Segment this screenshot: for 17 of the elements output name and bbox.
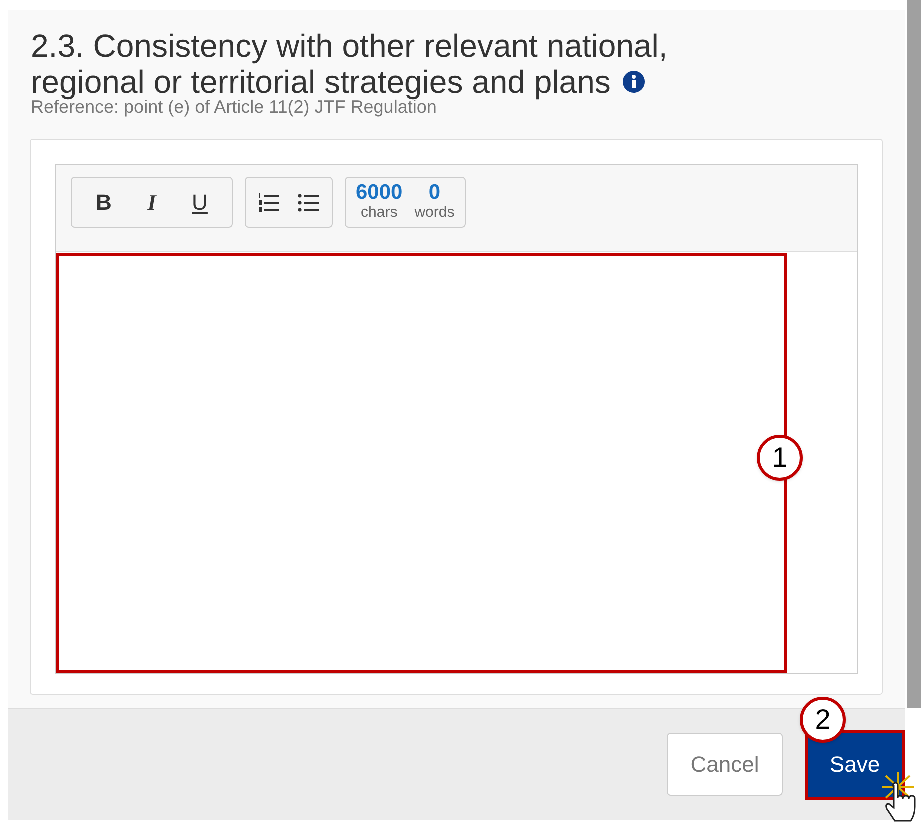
format-button[interactable]: I [128, 186, 176, 219]
list-button[interactable] [256, 192, 282, 214]
bulleted-list-icon [298, 192, 320, 214]
numbered-list-icon [258, 192, 280, 214]
scrollbar[interactable] [907, 0, 921, 708]
section-title: 2.3. Consistency with other relevant national, regional or territorial strategies and plans [31, 28, 669, 100]
format-button[interactable]: U [176, 186, 224, 219]
save-button[interactable]: Save [805, 730, 905, 800]
format-button[interactable]: B [80, 186, 128, 219]
counter-value: 6000 [356, 182, 403, 202]
cancel-button[interactable]: Cancel [667, 733, 783, 796]
counter-unit: chars [361, 202, 398, 222]
info-icon[interactable] [622, 71, 645, 93]
text-area[interactable] [56, 253, 787, 673]
counter-unit: words [414, 202, 455, 222]
list-button[interactable] [296, 192, 322, 214]
counter-value: 0 [428, 182, 441, 202]
